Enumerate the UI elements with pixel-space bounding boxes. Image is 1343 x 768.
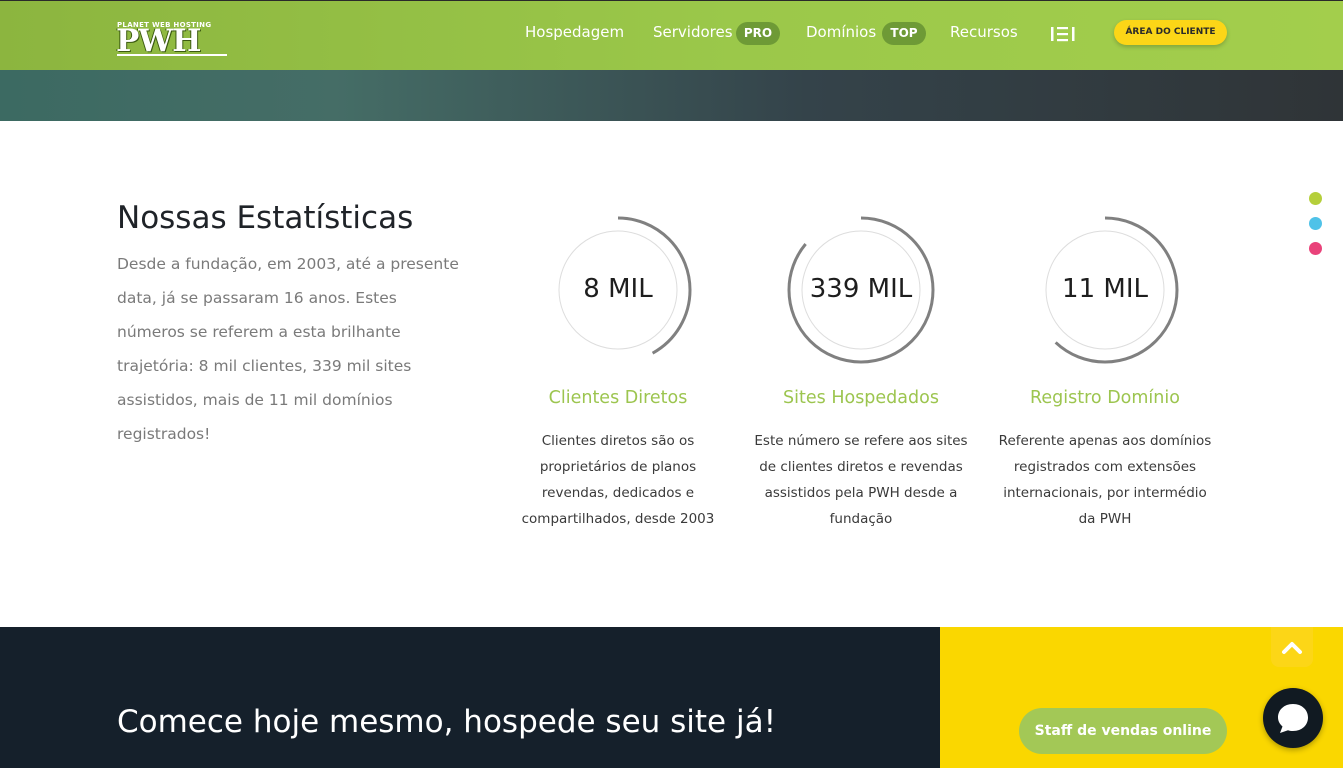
pwh-logo[interactable]: PLANET WEB HOSTING PWH xyxy=(116,21,229,59)
nav-servidores[interactable]: Servidores xyxy=(653,23,733,41)
stat-card-sites: 339 MIL Sites Hospedados Este número se … xyxy=(741,210,981,527)
stat-value-clients: 8 MIL xyxy=(583,274,653,304)
sales-staff-button[interactable]: Staff de vendas online xyxy=(1019,708,1227,754)
chat-bubble-icon xyxy=(1278,704,1308,733)
stat-card-domains: 11 MIL Registro Domínio Referente apenas… xyxy=(985,210,1225,527)
logo-wordmark: PWH xyxy=(116,23,201,59)
logo-underline xyxy=(117,54,227,56)
stat-desc-clients: Clientes diretos são os proprietários de… xyxy=(521,433,715,527)
stat-title-clients: Clientes Diretos xyxy=(548,388,688,408)
stats-title: Nossas Estatísticas xyxy=(117,200,414,236)
stat-title-domains: Registro Domínio xyxy=(1030,388,1180,408)
cta-title: Comece hoje mesmo, hospede seu site já! xyxy=(117,704,777,740)
stat-card-clients: 8 MIL Clientes Diretos Clientes diretos … xyxy=(498,210,738,527)
nav-dominios[interactable]: Domínios xyxy=(806,23,876,41)
stat-value-domains: 11 MIL xyxy=(1062,274,1148,304)
site-header: PLANET WEB HOSTING PWH Hospedagem Servid… xyxy=(0,0,1343,70)
badge-top: TOP xyxy=(882,22,926,45)
hero-image-strip xyxy=(0,70,1343,121)
badge-pro: PRO xyxy=(736,22,780,45)
stat-title-sites: Sites Hospedados xyxy=(783,388,939,408)
slide-dot-3[interactable] xyxy=(1309,242,1322,255)
scroll-top-button[interactable] xyxy=(1271,627,1313,667)
nav-hospedagem[interactable]: Hospedagem xyxy=(525,23,624,41)
client-area-button[interactable]: ÁREA DO CLIENTE xyxy=(1114,20,1227,45)
chat-button[interactable] xyxy=(1263,688,1323,748)
cta-dark-panel xyxy=(0,627,940,768)
stat-desc-sites: Este número se refere aos sites de clien… xyxy=(754,433,968,527)
slide-dot-1[interactable] xyxy=(1309,192,1322,205)
stat-desc-domains: Referente apenas aos domínios registrado… xyxy=(998,433,1212,527)
chevron-up-icon xyxy=(1282,642,1302,654)
nav-recursos[interactable]: Recursos xyxy=(950,23,1018,41)
stats-description: Desde a fundação, em 2003, até a present… xyxy=(117,255,459,443)
stat-value-sites: 339 MIL xyxy=(809,274,913,304)
menu-icon[interactable] xyxy=(1050,25,1078,43)
slide-dot-2[interactable] xyxy=(1309,217,1322,230)
